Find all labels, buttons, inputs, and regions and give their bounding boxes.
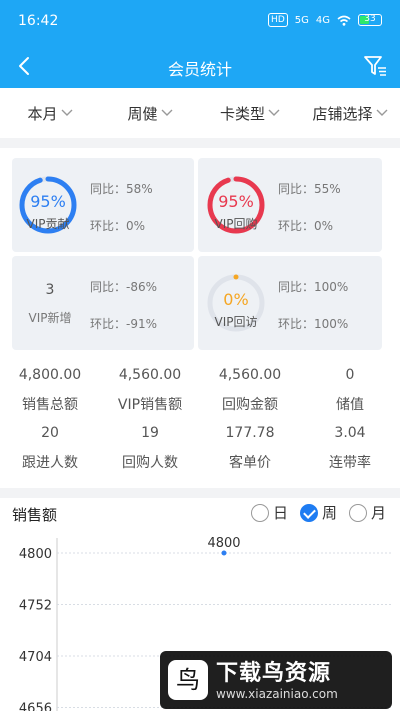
metric-avg-order-value: 177.78 [225, 424, 275, 441]
metric-label: VIP销售额 [117, 396, 183, 413]
metric-label: 跟进人数 [22, 454, 78, 471]
filter-store-label: 店铺选择 [312, 104, 373, 123]
metric-stored-value: 0 [345, 366, 355, 383]
data-point[interactable] [221, 550, 227, 556]
metric-values-row-2: 20 19 177.78 3.04 [0, 418, 400, 447]
metric-label: 客单价 [229, 454, 271, 471]
vip-new-value: 3 [45, 282, 55, 298]
filter-store[interactable]: 店铺选择 [300, 88, 400, 138]
metric-repurchase-amount: 4,560.00 [218, 366, 282, 383]
chevron-down-icon [61, 109, 72, 116]
metric-values-row-1: 4,800.00 4,560.00 4,560.00 0 [0, 360, 400, 389]
stats-area: 95% VIP贡献 同比：58% 环比：0% 95% VIP回购 同比：55% … [0, 148, 400, 488]
data-label: 4800 [207, 536, 240, 551]
hd-indicator: HD [268, 13, 288, 27]
signal-5g-icon: 5G [294, 14, 309, 26]
vip-new-label: VIP新增 [28, 311, 72, 325]
vip-contribution-mom: 环比：0% [90, 219, 146, 233]
metric-labels-row-1: 销售总额 VIP销售额 回购金额 储值 [0, 389, 400, 418]
vip-revisit-mom: 环比：100% [278, 317, 349, 331]
ring-vip-revisit: 0% VIP回访 [206, 273, 266, 333]
y-tick-label: 4800 [19, 547, 52, 562]
chevron-down-icon [161, 109, 172, 116]
status-bar: 16:42 HD 5G 4G 33 [0, 0, 400, 44]
watermark-logo: 鸟 [168, 660, 208, 700]
metric-total-sales: 4,800.00 [18, 366, 82, 383]
filter-icon[interactable] [362, 53, 388, 79]
metric-repurchase-count: 19 [141, 424, 159, 441]
chevron-down-icon [376, 109, 387, 116]
ring-vip-repurchase: 95% VIP回购 [206, 175, 266, 235]
metric-label: 储值 [336, 396, 364, 413]
vip-revisit-value: 0% [223, 290, 249, 309]
nav-bar: 会员统计 [0, 44, 400, 88]
vip-repurchase-label: VIP回购 [214, 217, 258, 231]
wifi-icon [337, 15, 351, 26]
card-vip-revisit[interactable]: 0% VIP回访 同比：100% 环比：100% [198, 256, 382, 350]
chevron-down-icon [268, 109, 280, 116]
filter-staff-label: 周健 [127, 104, 158, 123]
status-icons: HD 5G 4G 33 [268, 13, 382, 27]
filter-card-type-label: 卡类型 [219, 104, 265, 123]
vip-new-mom: 环比：-91% [90, 317, 158, 331]
status-time: 16:42 [18, 13, 59, 29]
watermark-overlay: 鸟 下载鸟资源 www.xiazainiao.com [160, 651, 392, 709]
metric-labels-row-2: 跟进人数 回购人数 客单价 连带率 [0, 447, 400, 476]
vip-revisit-yoy: 同比：100% [278, 280, 349, 294]
vip-repurchase-value: 95% [218, 192, 254, 211]
card-vip-repurchase[interactable]: 95% VIP回购 同比：55% 环比：0% [198, 158, 382, 252]
y-tick-label: 4704 [19, 650, 52, 665]
vip-revisit-label: VIP回访 [214, 315, 258, 329]
vip-contribution-label: VIP贡献 [26, 217, 70, 231]
vip-contribution-value: 95% [30, 192, 66, 211]
filter-card-type[interactable]: 卡类型 [200, 88, 300, 138]
metric-label: 回购金额 [222, 396, 278, 413]
metric-label: 销售总额 [22, 396, 78, 413]
metric-vip-sales: 4,560.00 [118, 366, 182, 383]
metric-grid: 4,800.00 4,560.00 4,560.00 0 销售总额 VIP销售额… [0, 360, 400, 476]
metric-label: 回购人数 [122, 454, 178, 471]
y-tick-label: 4656 [19, 702, 52, 711]
filter-staff[interactable]: 周健 [100, 88, 200, 138]
progress-ring-start-dot [233, 274, 239, 280]
metric-attach-rate: 3.04 [334, 424, 366, 441]
card-vip-contribution[interactable]: 95% VIP贡献 同比：58% 环比：0% [12, 158, 194, 252]
vip-repurchase-mom: 环比：0% [278, 219, 334, 233]
card-vip-new[interactable]: 3 VIP新增 同比：-86% 环比：-91% [12, 256, 194, 350]
watermark-url: www.xiazainiao.com [216, 687, 338, 701]
battery-icon: 33 [358, 14, 382, 26]
vip-contribution-yoy: 同比：58% [90, 182, 153, 196]
ring-vip-contribution: 95% VIP贡献 [18, 175, 78, 235]
metric-follow-up-count: 20 [41, 424, 59, 441]
filter-period[interactable]: 本月 [0, 88, 100, 138]
metric-label: 连带率 [329, 454, 371, 471]
battery-level: 33 [364, 14, 376, 24]
filter-bar: 本月 周健 卡类型 店铺选择 [0, 88, 400, 138]
watermark-title: 下载鸟资源 [216, 661, 332, 686]
vip-repurchase-yoy: 同比：55% [278, 182, 341, 196]
y-tick-label: 4752 [19, 599, 52, 614]
page-title: 会员统计 [167, 60, 232, 79]
vip-new-yoy: 同比：-86% [90, 280, 158, 294]
filter-period-label: 本月 [27, 104, 58, 123]
signal-4g-icon: 4G [315, 14, 330, 26]
